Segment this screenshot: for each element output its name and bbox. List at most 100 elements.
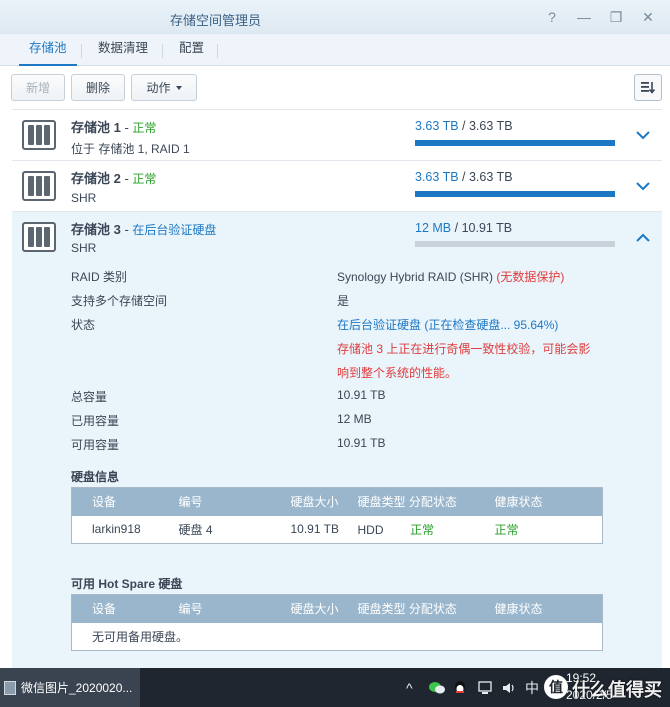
pool-total: 10.91 TB (461, 221, 513, 235)
raid-type-text: Synology Hybrid RAID (SHR) (337, 270, 494, 284)
toolbar: 新增 删除 动作 (0, 66, 670, 108)
caret-down-icon (175, 86, 182, 90)
pool-total: 3.63 TB (468, 119, 513, 133)
storage-pool-icon (22, 120, 56, 150)
pool-usage-bar (415, 191, 615, 197)
storage-pool-icon (22, 171, 56, 201)
pool-row-1[interactable]: 存储池 1 - 正常 位于 存储池 1, RAID 1 3.63 TB / 3.… (12, 109, 662, 160)
qq-icon[interactable] (453, 668, 467, 707)
pool-title: 存储池 1 - 正常 (71, 117, 156, 136)
input-method-indicator[interactable]: 中 (525, 668, 539, 707)
column-header[interactable]: 硬盘类型 分配状态 (357, 487, 495, 516)
window-title: 存储空间管理员 (170, 13, 262, 28)
column-header[interactable]: 编号 (158, 487, 271, 516)
column-header[interactable]: 设备 (71, 594, 159, 623)
tab-divider (162, 44, 163, 58)
column-header[interactable]: 设备 (71, 487, 159, 516)
table-header-row: 设备 编号 硬盘大小 硬盘类型 分配状态 健康状态 (71, 594, 603, 623)
action-label: 动作 (146, 81, 171, 95)
sort-icon[interactable] (634, 74, 662, 101)
title-bar: 存储空间管理员 ? — ❐ ✕ (0, 0, 670, 34)
available-capacity-value: 10.91 TB (337, 436, 386, 450)
usage-fill (415, 140, 615, 146)
column-header[interactable]: 硬盘大小 (270, 487, 358, 516)
pool-subtitle: SHR (71, 191, 97, 205)
cell-device: larkin918 (92, 522, 141, 537)
storage-pool-icon (22, 222, 56, 252)
image-file-icon (4, 680, 16, 695)
pool-name: 存储池 3 (71, 222, 121, 237)
cell-disk-type: HDD (357, 522, 384, 537)
column-header-alloc: 分配状态 (408, 602, 457, 617)
wechat-icon[interactable] (428, 668, 446, 707)
taskbar: 微信图片_2020020... ^ 中 19:52 2020/2/5 (0, 668, 670, 707)
disk-info-table: 设备 编号 硬盘大小 硬盘类型 分配状态 健康状态 larkin918 硬盘 4… (71, 487, 603, 544)
used-capacity-label: 已用容量 (71, 414, 120, 428)
help-icon[interactable]: ? (541, 6, 563, 28)
table-row[interactable]: larkin918 硬盘 4 10.91 TB HDD 正常 正常 (72, 516, 603, 544)
total-capacity-value: 10.91 TB (337, 388, 386, 402)
table-row: 无可用备用硬盘。 (72, 623, 603, 651)
delete-button[interactable]: 删除 (71, 74, 125, 101)
pool-usage: 3.63 TB / 3.63 TB (415, 119, 513, 133)
used-capacity-value: 12 MB (337, 412, 372, 426)
taskbar-app-button[interactable]: 微信图片_2020020... (0, 668, 140, 707)
column-header[interactable]: 硬盘大小 (270, 594, 358, 623)
cell-disk-number: 硬盘 4 (178, 522, 213, 537)
status-warning-line2: 响到整个系统的性能。 (337, 366, 458, 380)
cell-alloc-status: 正常 (410, 522, 435, 537)
column-header-type: 硬盘类型 (357, 602, 406, 617)
pool-usage-bar (415, 140, 615, 146)
pool-subtitle: SHR (71, 241, 97, 255)
column-header[interactable]: 硬盘类型 分配状态 (357, 594, 495, 623)
status-value: 在后台验证硬盘 (正在检查硬盘... 95.64%) (337, 318, 559, 332)
pool-row-3[interactable]: 存储池 3 - 在后台验证硬盘 SHR 12 MB / 10.91 TB RAI… (12, 211, 662, 668)
pool-row-2[interactable]: 存储池 2 - 正常 SHR 3.63 TB / 3.63 TB (12, 160, 662, 211)
taskbar-app-label: 微信图片_2020020... (21, 681, 133, 695)
pool-dash: - (120, 120, 133, 135)
expand-chevron-icon[interactable] (632, 124, 654, 146)
column-header[interactable]: 健康状态 (494, 594, 603, 623)
pool-usage: 3.63 TB / 3.63 TB (415, 170, 513, 184)
pool-usage-bar (415, 241, 615, 247)
pool-used: 3.63 TB (415, 119, 459, 133)
collapse-chevron-icon[interactable] (632, 226, 654, 248)
pool-subtitle: 位于 存储池 1, RAID 1 (71, 142, 190, 156)
pool-usage: 12 MB / 10.91 TB (415, 221, 512, 235)
column-header[interactable]: 健康状态 (494, 487, 603, 516)
minimize-icon[interactable]: — (573, 6, 595, 28)
tab-settings[interactable]: 配置 (177, 34, 206, 66)
table-header-row: 设备 编号 硬盘大小 硬盘类型 分配状态 健康状态 (71, 487, 603, 516)
pool-used: 12 MB (415, 221, 452, 235)
tab-storage-pool[interactable]: 存储池 (19, 34, 76, 67)
column-header[interactable]: 编号 (158, 594, 271, 623)
cell-type-alloc: HDD 正常 (358, 516, 495, 544)
raid-type-label: RAID 类别 (71, 270, 128, 284)
pool-dash: - (120, 222, 133, 237)
pool-status: 在后台验证硬盘 (132, 223, 217, 237)
pool-name: 存储池 2 (71, 171, 121, 186)
create-button[interactable]: 新增 (11, 74, 65, 101)
multi-volume-value: 是 (337, 294, 350, 308)
expand-chevron-icon[interactable] (632, 175, 654, 197)
watermark-logo: 值 (544, 675, 568, 699)
pool-status: 正常 (132, 172, 157, 186)
pool-title: 存储池 2 - 正常 (71, 168, 156, 187)
cell-disk-size: 10.91 TB (290, 522, 339, 537)
tab-divider (81, 44, 82, 58)
close-icon[interactable]: ✕ (637, 6, 659, 28)
raid-type-value: Synology Hybrid RAID (SHR) (无数据保护) (337, 268, 564, 285)
restore-icon[interactable]: ❐ (605, 6, 627, 28)
usage-separator: / (458, 170, 469, 184)
network-icon[interactable] (478, 668, 494, 707)
tab-data-scrubbing[interactable]: 数据清理 (96, 34, 150, 66)
disk-info-title: 硬盘信息 (71, 470, 120, 484)
pool-used: 3.63 TB (415, 170, 459, 184)
usage-fill (415, 191, 615, 197)
storage-manager-window: 存储空间管理员 ? — ❐ ✕ 存储池 数据清理 配置 新增 删除 动作 存储池… (0, 0, 670, 668)
watermark-text: 什么值得买 (572, 680, 662, 700)
volume-icon[interactable] (502, 668, 518, 707)
action-dropdown[interactable]: 动作 (131, 74, 197, 101)
chevron-up-icon[interactable]: ^ (406, 668, 413, 707)
pool-name: 存储池 1 (71, 120, 121, 135)
